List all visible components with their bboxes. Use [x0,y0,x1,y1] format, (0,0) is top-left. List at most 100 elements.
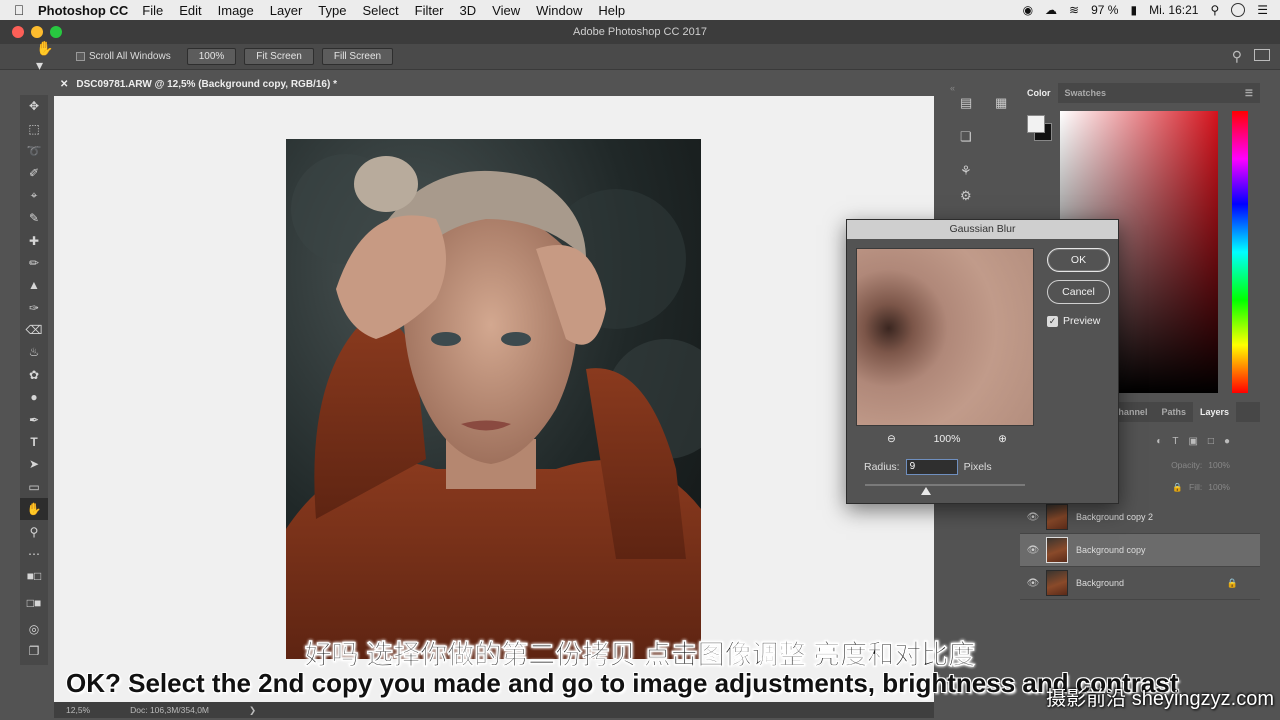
eraser-tool-icon[interactable]: ⌫ [20,319,48,341]
creative-cloud-icon[interactable]: ☁ [1045,3,1057,17]
menu-type[interactable]: Type [318,3,346,18]
paint-bucket-tool-icon[interactable]: ♨ [20,341,48,363]
zoom-100-button[interactable]: 100% [186,48,237,65]
scroll-all-windows-checkbox[interactable]: Scroll All Windows [76,51,171,62]
menu-filter[interactable]: Filter [415,3,444,18]
battery-icon[interactable]: ▮ [1130,3,1137,17]
document-photo[interactable] [286,139,701,659]
hand-tool-icon[interactable]: ✋ [20,498,48,521]
panel-menu-icon[interactable]: ☰ [1238,83,1260,103]
foreground-color-icon[interactable]: □■ [20,588,48,618]
eye-icon[interactable]: 👁 [1020,545,1046,556]
zoom-in-icon[interactable]: ⊕ [998,433,1007,445]
more-tools-icon[interactable]: ⋯ [20,543,48,565]
layer-row[interactable]: 👁 Background copy [1020,534,1260,567]
close-window-button[interactable] [12,26,24,38]
menu-edit[interactable]: Edit [179,3,201,18]
blur-tool-icon[interactable]: ✿ [20,364,48,386]
spotlight-search-icon[interactable]: ⚲ [1210,3,1219,17]
type-tool-icon[interactable]: T [20,431,48,453]
layer-row[interactable]: 👁 Background 🔒 [1020,567,1260,600]
layer-thumbnail [1046,570,1068,596]
blur-preview[interactable] [856,248,1034,426]
menu-help[interactable]: Help [598,3,625,18]
radius-slider-thumb[interactable] [921,487,931,495]
preview-checkbox[interactable]: ✓ Preview [1047,315,1100,327]
menu-select[interactable]: Select [362,3,398,18]
filter-pixel-icon[interactable]: ◐ [1156,436,1162,447]
app-menu[interactable]: Photoshop CC [38,3,128,18]
brush-tool-icon[interactable]: ✏ [20,252,48,274]
siri-icon[interactable] [1231,3,1246,17]
tab-layers[interactable]: Layers [1192,402,1236,422]
properties-panel-icon[interactable]: ▦ [995,95,1007,111]
menu-image[interactable]: Image [218,3,254,18]
lock-icon[interactable]: 🔒 [1172,482,1183,493]
tab-color[interactable]: Color [1020,83,1058,103]
collapse-arrows-icon[interactable]: « [950,83,955,93]
menu-layer[interactable]: Layer [270,3,303,18]
minimize-window-button[interactable] [31,26,43,38]
crop-tool-icon[interactable]: ⌖ [20,185,48,207]
color-swatches-icon[interactable]: ■□ [20,565,48,587]
apple-icon[interactable]:  [0,2,38,18]
libraries-panel-icon[interactable]: ❏ [960,129,972,145]
adjustments-panel-icon[interactable]: ⚘ [960,163,972,179]
hand-tool-preset-icon[interactable]: ✋▾ [0,40,60,74]
menu-window[interactable]: Window [536,3,582,18]
marquee-tool-icon[interactable]: ⬚ [20,117,48,139]
filter-type-icon[interactable]: T [1172,436,1178,447]
record-icon[interactable]: ◉ [1023,3,1033,17]
tab-paths[interactable]: Paths [1154,402,1193,422]
status-arrow-icon[interactable]: ❯ [249,705,256,716]
hue-slider[interactable] [1232,111,1248,393]
fill-value[interactable]: 100% [1208,482,1230,492]
quick-select-tool-icon[interactable]: ✐ [20,162,48,184]
ok-button[interactable]: OK [1047,248,1110,272]
healing-brush-tool-icon[interactable]: ✚ [20,229,48,251]
filter-toggle-icon[interactable]: ● [1224,436,1230,447]
menu-file[interactable]: File [142,3,163,18]
eye-icon[interactable]: 👁 [1020,578,1046,589]
menu-extras: ◉ ☁ ≋ 97 % ▮ Mi. 16:21 ⚲ ☰ [1023,0,1268,20]
radius-slider[interactable] [865,484,1025,495]
pen-tool-icon[interactable]: ✒ [20,408,48,430]
zoom-tool-icon[interactable]: ⚲ [20,520,48,542]
menu-view[interactable]: View [492,3,520,18]
lasso-tool-icon[interactable]: ➰ [20,140,48,162]
wifi-icon[interactable]: ≋ [1069,3,1079,17]
rectangle-tool-icon[interactable]: ▭ [20,476,48,498]
battery-percent[interactable]: 97 % [1091,3,1118,17]
workspace-icon[interactable] [1254,49,1270,61]
history-panel-icon[interactable]: ▤ [960,95,972,111]
clone-stamp-tool-icon[interactable]: ▲ [20,274,48,296]
eye-icon[interactable]: 👁 [1020,512,1046,523]
menu-3d[interactable]: 3D [460,3,477,18]
fill-screen-button[interactable]: Fill Screen [321,48,394,65]
foreground-color-swatch[interactable] [1027,115,1045,133]
document-tab[interactable]: ✕ DSC09781.ARW @ 12,5% (Background copy,… [54,74,346,94]
close-tab-icon[interactable]: ✕ [60,79,68,90]
eyedropper-tool-icon[interactable]: ✎ [20,207,48,229]
opacity-value[interactable]: 100% [1208,460,1230,470]
radius-input[interactable]: 9 [905,459,958,475]
zoom-window-button[interactable] [50,26,62,38]
layer-row[interactable]: 👁 Background copy 2 [1020,501,1260,534]
gaussian-blur-dialog: Gaussian Blur OK Cancel ✓ Preview ⊖ 100%… [846,219,1119,504]
history-brush-tool-icon[interactable]: ✑ [20,297,48,319]
brush-settings-icon[interactable]: ⚙ [960,188,972,204]
tab-swatches[interactable]: Swatches [1058,83,1114,103]
notification-center-icon[interactable]: ☰ [1257,3,1268,17]
zoom-out-icon[interactable]: ⊖ [887,433,896,445]
filter-smart-icon[interactable]: □ [1208,436,1214,447]
search-icon[interactable]: ⚲ [1232,48,1242,65]
filter-shape-icon[interactable]: ▣ [1188,436,1197,447]
fit-screen-button[interactable]: Fit Screen [244,48,314,65]
move-tool-icon[interactable]: ✥ [20,95,48,117]
status-doc-size: Doc: 106,3M/354,0M [130,705,210,715]
dodge-tool-icon[interactable]: ● [20,386,48,408]
path-selection-tool-icon[interactable]: ➤ [20,453,48,475]
clock[interactable]: Mi. 16:21 [1149,3,1198,17]
status-zoom[interactable]: 12,5% [66,705,90,715]
cancel-button[interactable]: Cancel [1047,280,1110,304]
